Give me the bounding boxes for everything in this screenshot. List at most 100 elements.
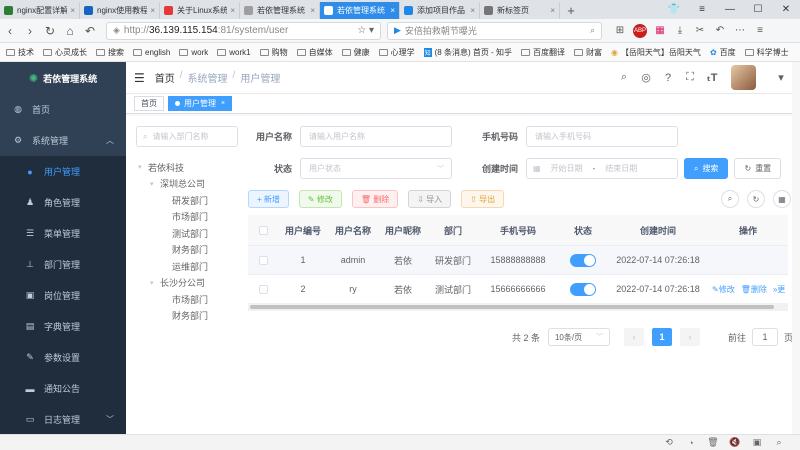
bookmark-folder[interactable]: english: [133, 48, 170, 57]
import-button[interactable]: ⇩ 导入: [408, 190, 452, 208]
tag-home[interactable]: 首页: [134, 96, 164, 111]
search-toggle-icon[interactable]: ⌕: [721, 190, 739, 208]
columns-icon[interactable]: ▦: [773, 190, 791, 208]
tree-node[interactable]: 市场部门: [136, 291, 238, 308]
help-icon[interactable]: ?: [657, 72, 679, 84]
tree-node[interactable]: ▾ 深圳总公司: [136, 176, 238, 193]
edit-button[interactable]: ✎ 修改: [298, 190, 342, 208]
trash-icon[interactable]: 🗑: [702, 437, 724, 448]
logo[interactable]: ✺ 若依管理系统: [0, 62, 126, 94]
bookmark-folder[interactable]: 搜索: [96, 47, 124, 58]
browser-tab[interactable]: 添加项目作品 ×: [400, 2, 480, 19]
adblock-icon[interactable]: ABP: [633, 23, 647, 38]
github-icon[interactable]: ◎: [635, 71, 657, 84]
bookmark-link[interactable]: 知 (8 条消息) 首页 - 知乎: [423, 47, 512, 58]
username-input[interactable]: 请输入用户名称: [300, 126, 452, 147]
goto-page-input[interactable]: 1: [751, 328, 778, 346]
bookmark-folder[interactable]: 技术: [6, 47, 34, 58]
sidebar-item-post[interactable]: ▣ 岗位管理: [0, 280, 126, 311]
page-button-current[interactable]: 1: [651, 328, 672, 346]
forward-icon[interactable]: ›: [20, 24, 40, 38]
speed-icon[interactable]: ◔: [680, 438, 702, 448]
search-icon[interactable]: ⌕: [590, 25, 595, 36]
bookmark-folder[interactable]: 购物: [259, 47, 288, 58]
browser-search-input[interactable]: ▶ 安倍拍救朝节曝光 ⌕: [387, 21, 602, 40]
sidebar-item-menu[interactable]: ☰ 菜单管理: [0, 218, 126, 249]
close-icon[interactable]: ×: [230, 6, 235, 15]
browser-tab[interactable]: 关于Linux系统 ×: [160, 2, 240, 19]
avatar[interactable]: [731, 65, 756, 90]
caret-down-icon[interactable]: ▾: [770, 71, 792, 84]
browser-tab[interactable]: nginx配置详解 ×: [0, 2, 80, 19]
row-edit-link[interactable]: ✎修改: [712, 284, 735, 295]
phone-input[interactable]: 请输入手机号码: [526, 126, 678, 147]
close-icon[interactable]: ×: [150, 6, 155, 15]
sidebar-item-notice[interactable]: ▬ 通知公告: [0, 373, 126, 404]
font-size-icon[interactable]: ₜT: [701, 71, 723, 84]
close-window-icon[interactable]: ✕: [772, 4, 800, 15]
bookmark-folder[interactable]: 财富: [573, 47, 602, 58]
menu-icon[interactable]: ≡: [688, 4, 716, 15]
tag-user-management[interactable]: 用户管理 ×: [168, 96, 233, 111]
table-row[interactable]: 1 admin 若依 研发部门 15888888888 2022-07-14 0…: [248, 246, 788, 275]
close-icon[interactable]: ×: [550, 6, 555, 15]
export-button[interactable]: ⇧ 导出: [461, 190, 505, 208]
search-button[interactable]: ⌕ 搜索: [684, 158, 729, 179]
delete-button[interactable]: 🗑 删除: [351, 190, 399, 208]
tree-node[interactable]: 测试部门: [136, 225, 238, 242]
mute-icon[interactable]: 🔇: [724, 437, 746, 448]
breadcrumb-system[interactable]: 系统管理: [188, 70, 228, 85]
page-size-select[interactable]: 10条/页 ﹀: [547, 328, 610, 346]
url-input[interactable]: ◈ http:// 36.139.115.154 :81/system/user…: [106, 21, 381, 40]
select-all-checkbox[interactable]: [248, 225, 278, 235]
search-icon[interactable]: ⌕: [613, 71, 635, 84]
ext-menu-icon[interactable]: ≡: [750, 25, 770, 36]
more-icon[interactable]: ⋯: [730, 25, 750, 36]
reload-icon[interactable]: ↻: [40, 24, 60, 38]
row-delete-link[interactable]: 🗑删除: [741, 284, 767, 295]
add-button[interactable]: + 新增: [248, 190, 289, 208]
bookmark-folder[interactable]: 自媒体: [296, 47, 333, 58]
sidebar-item-system[interactable]: ⚙ 系统管理 ︿: [0, 125, 126, 156]
tree-node[interactable]: 研发部门: [136, 192, 238, 209]
prev-page-button[interactable]: ‹: [623, 328, 644, 346]
sidebar-item-config[interactable]: ✎ 参数设置: [0, 342, 126, 373]
browser-tab[interactable]: nginx使用教程 ×: [80, 2, 160, 19]
status-switch[interactable]: [558, 282, 608, 296]
star-icon[interactable]: ☆ ▾: [357, 25, 374, 36]
status-select[interactable]: 用户状态 ﹀: [300, 158, 452, 179]
reset-button[interactable]: ↻ 重置: [734, 158, 782, 179]
sidebar-item-home[interactable]: ◍ 首页: [0, 94, 126, 125]
bookmark-folder[interactable]: work1: [217, 48, 251, 57]
sidebar-item-log[interactable]: ▭ 日志管理 ﹀: [0, 404, 126, 434]
close-icon[interactable]: ×: [70, 6, 75, 15]
hamburger-icon[interactable]: ☰: [134, 71, 145, 85]
sidebar-item-dept[interactable]: ⊥ 部门管理: [0, 249, 126, 280]
bookmark-link[interactable]: ◉ 【岳阳天气】岳阳天气: [611, 47, 701, 58]
sync-icon[interactable]: ⟲: [658, 437, 680, 448]
scrollbar-thumb[interactable]: [250, 305, 774, 309]
breadcrumb-home[interactable]: 首页: [155, 70, 175, 85]
undo-icon[interactable]: ↶: [710, 25, 730, 36]
sidebar-item-dict[interactable]: ▤ 字典管理: [0, 311, 126, 342]
tree-node[interactable]: 市场部门: [136, 209, 238, 226]
browser-tab-active[interactable]: 若依管理系统 ×: [320, 2, 400, 19]
home-icon[interactable]: ⌂: [60, 24, 80, 38]
browser-tab[interactable]: 新标签页 ×: [480, 2, 560, 19]
tree-node[interactable]: 财务部门: [136, 308, 238, 325]
bookmark-link[interactable]: 百度翻译: [520, 47, 565, 58]
tree-node[interactable]: 财务部门: [136, 242, 238, 259]
image-icon[interactable]: ▦: [650, 25, 670, 36]
row-more-link[interactable]: »更: [773, 284, 785, 295]
bookmark-folder[interactable]: 科学博士: [744, 47, 789, 58]
sidebar-item-role[interactable]: ♟ 角色管理: [0, 187, 126, 218]
fullscreen-icon[interactable]: ⛶: [679, 71, 701, 84]
bookmark-folder[interactable]: work: [179, 48, 208, 57]
table-horizontal-scrollbar[interactable]: [248, 303, 788, 311]
bookmark-folder[interactable]: 心灵成长: [43, 47, 87, 58]
date-range-picker[interactable]: ▦ 开始日期 - 结束日期: [526, 158, 678, 179]
bookmark-folder[interactable]: 健康: [341, 47, 370, 58]
zoom-icon[interactable]: ⌕: [768, 437, 790, 448]
grid-icon[interactable]: ⊞: [610, 25, 630, 36]
history-icon[interactable]: ↶: [80, 24, 100, 38]
